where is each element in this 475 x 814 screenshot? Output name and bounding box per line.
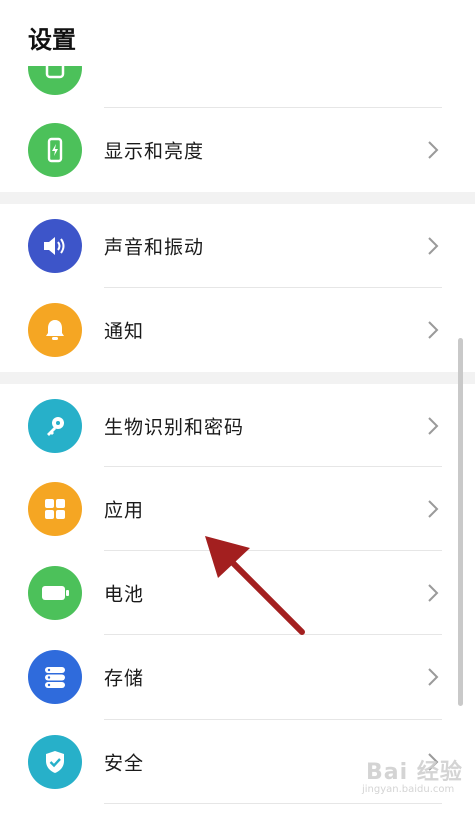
settings-row-apps[interactable]: 应用	[0, 467, 475, 551]
chevron-right-icon	[428, 417, 439, 435]
settings-row-label: 通知	[104, 320, 145, 343]
baidu-watermark: Bai 经验 jingyan.baidu.com	[356, 752, 466, 802]
apps-grid-icon	[28, 482, 82, 536]
settings-row-label: 生物识别和密码	[104, 416, 245, 439]
settings-row-notification[interactable]: 通知	[0, 288, 475, 372]
storage-icon	[28, 650, 82, 704]
settings-row-biometrics-password[interactable]: 生物识别和密码	[0, 384, 475, 468]
section-gap	[0, 372, 475, 384]
watermark-url: jingyan.baidu.com	[362, 784, 455, 795]
chevron-right-icon	[428, 584, 439, 602]
speaker-icon	[28, 219, 82, 273]
settings-row-label: 存储	[104, 667, 145, 690]
scrollbar[interactable]	[458, 338, 463, 706]
battery-icon	[28, 566, 82, 620]
settings-row-label: 声音和振动	[104, 236, 205, 259]
settings-row-label: 安全	[104, 752, 145, 775]
settings-row-label: 显示和亮度	[104, 140, 205, 163]
settings-row-label: 电池	[104, 583, 145, 606]
chevron-right-icon	[428, 141, 439, 159]
key-icon	[28, 399, 82, 453]
settings-row-sound-vibration[interactable]: 声音和振动	[0, 204, 475, 288]
chevron-right-icon	[428, 500, 439, 518]
page-title: 设置	[28, 26, 76, 54]
chevron-right-icon	[428, 321, 439, 339]
phone-brightness-icon	[28, 123, 82, 177]
settings-list: 显示和亮度 声音和振动 通知 生物识别和密码 应用 电池 存储 安全	[0, 0, 475, 814]
watermark-brand: Bai 经验	[366, 760, 463, 785]
settings-row-storage[interactable]: 存储	[0, 635, 475, 719]
settings-row-display-brightness[interactable]: 显示和亮度	[0, 108, 475, 192]
settings-row-battery[interactable]: 电池	[0, 551, 475, 635]
chevron-right-icon	[428, 237, 439, 255]
shield-icon	[28, 735, 82, 789]
settings-row-label: 应用	[104, 499, 145, 522]
section-gap	[0, 192, 475, 204]
bell-icon	[28, 303, 82, 357]
row-divider	[104, 803, 442, 804]
chevron-right-icon	[428, 668, 439, 686]
page-header: 设置	[0, 0, 475, 66]
